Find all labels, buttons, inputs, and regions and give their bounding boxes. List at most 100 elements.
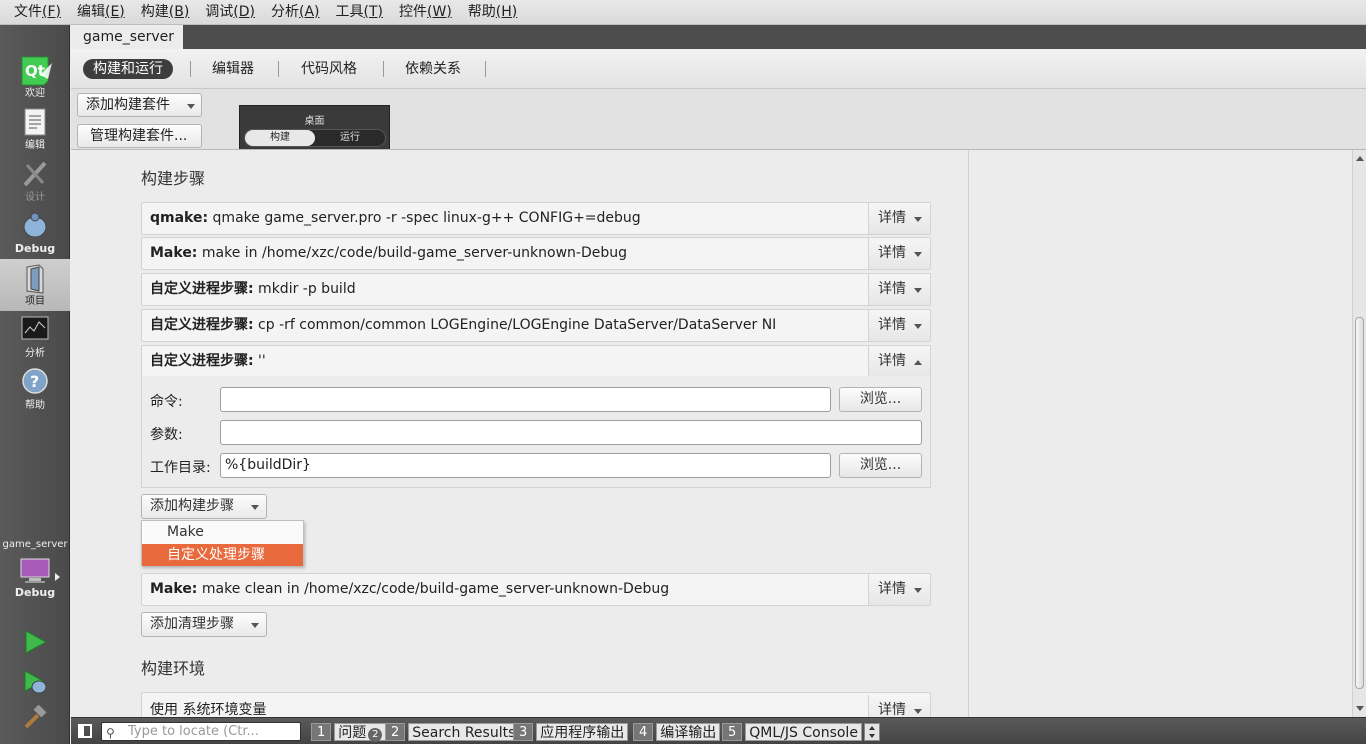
project-tab-bar: game_server [71,25,1366,49]
command-input[interactable] [220,387,831,412]
chevron-down-icon [869,734,875,738]
menu-debug[interactable]: 调试(D) [197,0,263,25]
menu-edit[interactable]: 编辑(E) [69,0,133,25]
output-tab-search-results[interactable]: 2 Search Results [385,723,520,741]
menu-widgets[interactable]: 控件(W) [391,0,460,25]
svg-text:?: ? [30,372,39,391]
add-build-step-button[interactable]: 添加构建步骤 [141,494,267,519]
kit-run-tab[interactable]: 运行 [315,130,385,146]
mode-projects[interactable]: 项目 [0,259,70,311]
add-kit-button[interactable]: 添加构建套件 [77,93,202,117]
tab-editor[interactable]: 编辑器 [202,59,264,79]
output-tab-app-output[interactable]: 3 应用程序输出 [513,723,629,741]
right-empty-pane [970,150,1352,717]
toggle-sidebar-icon[interactable] [78,724,92,738]
build-step-custom-cp: 自定义进程步骤: cp -rf common/common LOGEngine/… [141,309,931,342]
add-clean-step-button[interactable]: 添加清理步骤 [141,612,267,637]
browse-command-button[interactable]: 浏览... [839,387,922,412]
scrollbar-thumb[interactable] [1355,317,1364,689]
target-project-label: game_server [2,539,68,550]
vertical-scrollbar[interactable] [1352,150,1366,717]
kit-name: 桌面 [304,116,325,127]
output-tab-compile-output[interactable]: 4 编译输出 [633,723,721,741]
run-button[interactable] [22,629,48,659]
build-settings-panel: 构建步骤 qmake: qmake game_server.pro -r -sp… [71,150,969,717]
hammer-icon [24,703,48,729]
svg-text:Qt: Qt [25,62,45,80]
help-icon: ? [22,368,48,394]
project-tab[interactable]: game_server [71,25,183,49]
mode-welcome[interactable]: Qt 欢迎 [0,51,70,103]
details-button[interactable]: 详情 [868,274,930,305]
menu-item-custom-process-step[interactable]: 自定义处理步骤 [142,544,303,566]
chevron-up-icon [869,726,875,730]
tab-build-and-run[interactable]: 构建和运行 [83,59,173,79]
chevron-down-icon [914,324,922,329]
details-button[interactable]: 详情 [868,203,930,234]
details-button[interactable]: 详情 [868,310,930,341]
browse-workdir-button[interactable]: 浏览... [839,453,922,478]
scroll-up-icon[interactable] [1356,156,1364,161]
kit-build-tab[interactable]: 构建 [245,130,315,146]
clean-step-make: Make: make clean in /home/xzc/code/build… [141,573,931,606]
kit-selector: 桌面 构建 运行 [239,105,390,149]
kit-bar: 添加构建套件 管理构建套件... 桌面 构建 运行 [71,89,1366,150]
target-selector[interactable]: Debug [0,553,70,603]
menu-analyze[interactable]: 分析(A) [263,0,328,25]
details-button[interactable]: 详情 [868,695,930,717]
scroll-down-icon[interactable] [1356,706,1364,711]
menu-tools[interactable]: 工具(T) [328,0,391,25]
chevron-down-icon [914,252,922,257]
custom-step-form: 命令: 浏览... 参数: 工作目录: %{buildDir} 浏览... [141,376,931,488]
build-run-switch: 构建 运行 [244,129,386,147]
menu-item-make[interactable]: Make [142,521,303,543]
design-icon [23,161,47,187]
debug-run-button[interactable] [22,669,48,699]
details-button[interactable]: 详情 [868,346,930,377]
chevron-down-icon [914,588,922,593]
mode-debug[interactable]: Debug [0,207,70,259]
output-tab-issues[interactable]: 1 问题 2 [311,723,387,742]
mode-edit[interactable]: 编辑 [0,103,70,155]
menu-help[interactable]: 帮助(H) [460,0,525,25]
build-steps-title: 构建步骤 [141,169,206,188]
build-env-step: 使用 系统环境变量 详情 [141,692,931,717]
add-build-step-menu: Make 自定义处理步骤 [141,520,304,566]
tab-dependencies[interactable]: 依赖关系 [395,59,471,79]
chevron-down-icon [914,288,922,293]
details-button[interactable]: 详情 [868,238,930,269]
chevron-up-icon [914,360,922,365]
details-button[interactable]: 详情 [868,574,930,605]
mode-sidebar: Qt 欢迎 编辑 设计 Debug 项目 分析 ? 帮助 game_server… [0,25,70,744]
tab-code-style[interactable]: 代码风格 [291,59,367,79]
workdir-label: 工作目录: [150,460,211,476]
mode-design[interactable]: 设计 [0,155,70,207]
build-button[interactable] [22,703,48,735]
build-step-qmake: qmake: qmake game_server.pro -r -spec li… [141,202,931,235]
output-tab-qml-console[interactable]: 5 QML/JS Console [722,723,862,741]
command-label: 命令: [150,394,183,410]
search-icon: ⚲ [106,726,115,740]
mode-help[interactable]: ? 帮助 [0,363,70,415]
desktop-monitor-icon [20,558,50,583]
build-step-custom-mkdir: 自定义进程步骤: mkdir -p build 详情 [141,273,931,306]
chevron-down-icon [251,505,259,510]
menu-build[interactable]: 构建(B) [133,0,198,25]
manage-kits-button[interactable]: 管理构建套件... [77,124,202,148]
build-step-make: Make: make in /home/xzc/code/build-game_… [141,237,931,270]
more-tabs-spinner[interactable] [864,723,880,741]
tab-separator [278,61,279,77]
menu-file[interactable]: 文件(F) [6,0,69,25]
settings-tabs: 构建和运行 编辑器 代码风格 依赖关系 [71,49,1366,89]
analyze-icon [21,316,49,340]
tab-separator [383,61,384,77]
status-bar: Type to locate (Ctr... ⚲ 1 问题 2 2 Search … [71,717,1366,744]
mode-analyze[interactable]: 分析 [0,311,70,363]
chevron-down-icon [187,104,195,109]
chevron-down-icon [914,217,922,222]
locator-input[interactable]: Type to locate (Ctr... [101,722,301,741]
workdir-input[interactable]: %{buildDir} [220,453,831,478]
args-input[interactable] [220,420,922,445]
debug-bug-icon [23,212,47,238]
menu-bar: 文件(F) 编辑(E) 构建(B) 调试(D) 分析(A) 工具(T) 控件(W… [0,0,1366,25]
